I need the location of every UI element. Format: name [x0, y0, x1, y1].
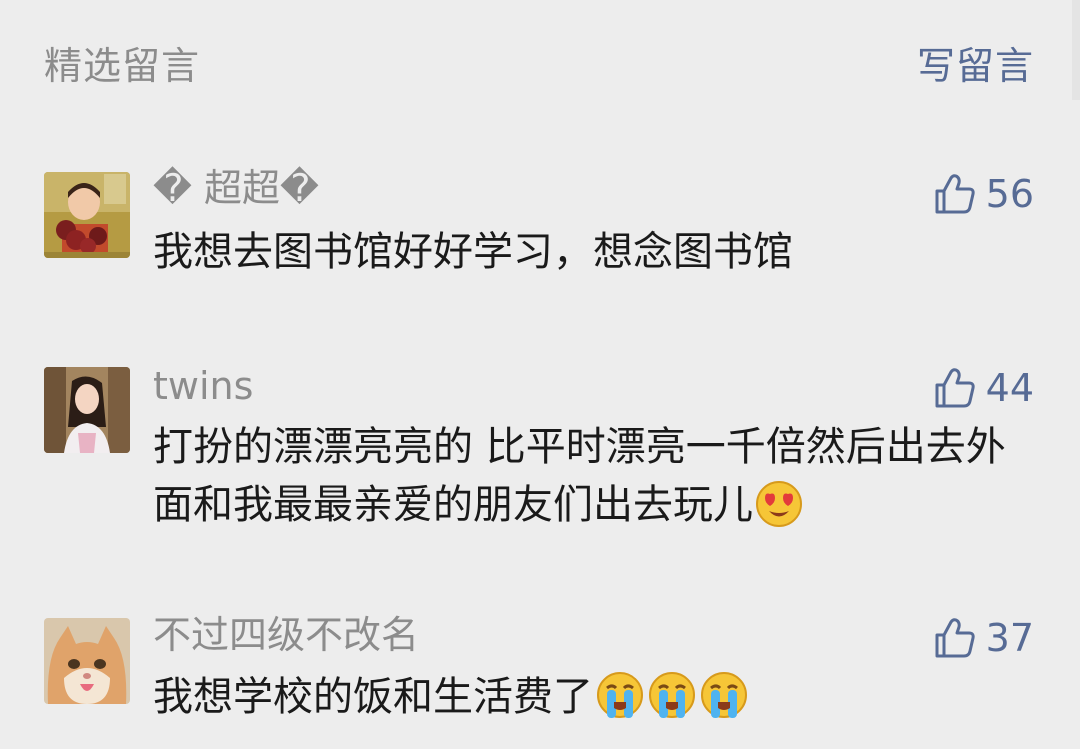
section-title: 精选留言 [44, 44, 201, 88]
commenter-name[interactable]: 不过四级不改名 [153, 613, 419, 657]
comment-text: 我想学校的饭和生活费了 [153, 668, 1023, 736]
commenter-name[interactable]: � 超超� [153, 166, 319, 210]
like-count: 44 [985, 366, 1034, 410]
like-button[interactable]: 37 [934, 613, 1034, 663]
comment-text-body: 打扮的漂漂亮亮的 比平时漂亮一千倍然后出去外面和我最最亲爱的朋友们出去玩儿 [153, 424, 1006, 528]
crying-emoji [647, 670, 697, 736]
thumbs-up-icon [935, 174, 975, 214]
like-button[interactable]: 56 [934, 169, 1034, 219]
avatar[interactable] [44, 618, 130, 704]
heart-eyes-emoji [755, 480, 803, 544]
crying-emoji [595, 670, 645, 736]
commenter-name[interactable]: twins [153, 364, 253, 408]
avatar[interactable] [44, 172, 130, 258]
like-button[interactable]: 44 [934, 363, 1034, 413]
comments-header: 精选留言 写留言 [44, 38, 1034, 94]
thumbs-up-icon [935, 618, 975, 658]
comment-text-body: 我想学校的饭和生活费了 [153, 674, 593, 720]
comment-text-body: 我想去图书馆好好学习，想念图书馆 [153, 229, 793, 275]
avatar[interactable] [44, 367, 130, 453]
like-count: 56 [985, 172, 1034, 216]
comment-text: 我想去图书馆好好学习，想念图书馆 [153, 223, 1023, 281]
crying-emoji [699, 670, 749, 736]
like-count: 37 [985, 616, 1034, 660]
comment-text: 打扮的漂漂亮亮的 比平时漂亮一千倍然后出去外面和我最最亲爱的朋友们出去玩儿 [153, 418, 1023, 544]
scroll-edge [1072, 0, 1080, 100]
thumbs-up-icon [935, 368, 975, 408]
write-comment-link[interactable]: 写留言 [917, 38, 1034, 94]
